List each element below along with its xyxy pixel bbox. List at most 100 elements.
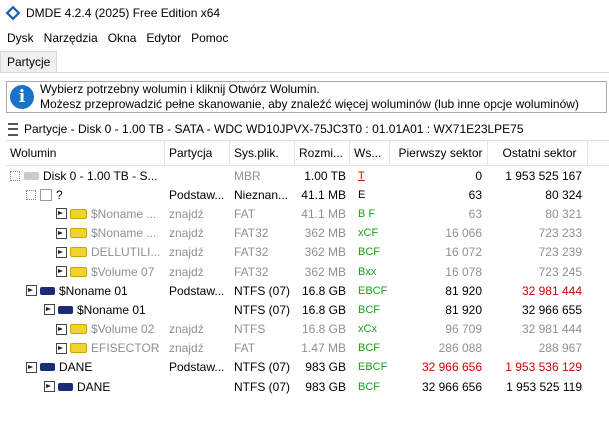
volume-icon bbox=[40, 363, 55, 372]
volume-name: $Volume 07 bbox=[91, 264, 155, 279]
filesystem: FAT bbox=[234, 206, 256, 221]
open-arrow-icon[interactable] bbox=[56, 266, 67, 278]
table-row[interactable]: EFISECTOR znajdź FAT 1.47 MB BCF 286 088… bbox=[6, 339, 609, 358]
table-row[interactable]: Disk 0 - 1.00 TB - S... MBR 1.00 TB T 0 … bbox=[6, 166, 609, 185]
partition-type: znajdź bbox=[169, 226, 204, 241]
tab-strip: Partycje bbox=[0, 50, 609, 73]
table-row[interactable]: $Noname ... znajdź FAT32 362 MB xCF 16 0… bbox=[6, 224, 609, 243]
filesystem: NTFS (07) bbox=[234, 360, 291, 375]
volume-icon bbox=[70, 343, 87, 354]
open-arrow-icon[interactable] bbox=[44, 381, 55, 393]
volume-name: ? bbox=[56, 187, 63, 202]
info-text: Wybierz potrzebny wolumin i kliknij Otwó… bbox=[40, 82, 579, 112]
table-row[interactable]: $Noname 01 NTFS (07) 16.8 GB BCF 81 920 … bbox=[6, 300, 609, 319]
filesystem: FAT32 bbox=[234, 226, 269, 241]
menu-item-help[interactable]: Pomoc bbox=[186, 31, 233, 45]
info-icon: i bbox=[10, 85, 34, 109]
column-filesystem[interactable]: Sys.plik. bbox=[230, 141, 295, 165]
partition-table: Wolumin Partycja Sys.plik. Rozmi... Ws..… bbox=[6, 140, 609, 427]
open-arrow-icon[interactable] bbox=[56, 323, 67, 335]
filesystem: NTFS (07) bbox=[234, 302, 291, 317]
partition-type bbox=[165, 300, 230, 319]
volume-name: $Noname 01 bbox=[59, 283, 128, 298]
last-sector: 32 981 444 bbox=[521, 322, 582, 337]
first-sector: 96 709 bbox=[445, 322, 482, 337]
app-icon bbox=[5, 5, 21, 21]
info-line-1: Wybierz potrzebny wolumin i kliknij Otwó… bbox=[40, 82, 320, 96]
list-icon bbox=[8, 122, 18, 136]
open-arrow-icon[interactable] bbox=[26, 361, 37, 373]
table-row[interactable]: DANE NTFS (07) 983 GB BCF 32 966 656 1 9… bbox=[6, 377, 609, 396]
volume-name: $Noname ... bbox=[91, 226, 157, 241]
volume-name: DANE bbox=[59, 360, 93, 375]
first-sector: 32 966 656 bbox=[421, 379, 482, 394]
size: 362 MB bbox=[304, 264, 346, 279]
last-sector: 288 967 bbox=[538, 341, 582, 356]
info-box: i Wybierz potrzebny wolumin i kliknij Ot… bbox=[6, 81, 607, 113]
first-sector: 81 920 bbox=[445, 283, 482, 298]
title-bar: DMDE 4.2.4 (2025) Free Edition x64 bbox=[0, 0, 609, 26]
disk-icon bbox=[24, 171, 39, 180]
volume-name: Disk 0 - 1.00 TB - S... bbox=[43, 168, 158, 183]
menu-item-editor[interactable]: Edytor bbox=[141, 31, 186, 45]
open-arrow-icon[interactable] bbox=[44, 304, 55, 316]
open-arrow-icon[interactable] bbox=[56, 342, 67, 354]
size: 41.1 MB bbox=[301, 187, 346, 202]
table-row[interactable]: $Volume 07 znajdź FAT32 362 MB Bxx 16 07… bbox=[6, 262, 609, 281]
filesystem: FAT bbox=[234, 341, 256, 356]
flags: Bxx bbox=[358, 265, 377, 278]
size: 362 MB bbox=[304, 226, 346, 241]
flags: BCF bbox=[358, 246, 380, 259]
partition-type bbox=[165, 166, 230, 185]
volume-name: DANE bbox=[77, 379, 111, 394]
column-volume[interactable]: Wolumin bbox=[6, 141, 165, 165]
expand-box-icon[interactable] bbox=[26, 189, 36, 200]
table-row[interactable]: DANE Podstaw... NTFS (07) 983 GB EBCF 32… bbox=[6, 358, 609, 377]
tab-partitions[interactable]: Partycje bbox=[0, 51, 58, 72]
open-arrow-icon[interactable] bbox=[56, 208, 67, 220]
column-size[interactable]: Rozmi... bbox=[295, 141, 350, 165]
table-row[interactable]: $Noname 01 Podstaw... NTFS (07) 16.8 GB … bbox=[6, 281, 609, 300]
first-sector: 63 bbox=[468, 206, 482, 221]
open-arrow-icon[interactable] bbox=[56, 227, 67, 239]
last-sector: 723 233 bbox=[538, 226, 582, 241]
table-row[interactable]: DELLUTILI... znajdź FAT32 362 MB BCF 16 … bbox=[6, 243, 609, 262]
table-row[interactable]: $Volume 02 znajdź NTFS 16.8 GB xCx 96 70… bbox=[6, 320, 609, 339]
flags: xCF bbox=[358, 227, 379, 240]
flags: EBCF bbox=[358, 284, 388, 297]
volume-name: DELLUTILI... bbox=[91, 245, 161, 260]
last-sector: 1 953 525 119 bbox=[506, 379, 582, 394]
column-last-sector[interactable]: Ostatni sektor bbox=[488, 141, 588, 165]
last-sector: 723 239 bbox=[538, 245, 582, 260]
info-line-2: Możesz przeprowadzić pełne skanowanie, a… bbox=[40, 97, 579, 111]
open-arrow-icon[interactable] bbox=[26, 285, 37, 297]
column-flags[interactable]: Ws... bbox=[350, 141, 390, 165]
last-sector: 32 981 444 bbox=[521, 283, 582, 298]
partition-type: Podstaw... bbox=[169, 360, 225, 375]
menu-item-disk[interactable]: Dysk bbox=[2, 31, 39, 45]
volume-name: EFISECTOR bbox=[91, 341, 160, 356]
partition-type: znajdź bbox=[169, 206, 204, 221]
first-sector: 63 bbox=[468, 187, 482, 202]
last-sector: 80 321 bbox=[545, 206, 582, 221]
column-partition[interactable]: Partycja bbox=[165, 141, 230, 165]
column-first-sector[interactable]: Pierwszy sektor bbox=[390, 141, 488, 165]
table-row[interactable]: ? Podstaw... Nieznan... 41.1 MB E 63 80 … bbox=[6, 185, 609, 204]
flags: BCF bbox=[358, 380, 380, 393]
partition-type: znajdź bbox=[169, 341, 204, 356]
table-row[interactable]: $Noname ... znajdź FAT 41.1 MB B F 63 80… bbox=[6, 204, 609, 223]
flags: EBCF bbox=[358, 361, 388, 374]
last-sector: 32 966 655 bbox=[521, 302, 582, 317]
volume-name: $Noname 01 bbox=[77, 302, 146, 317]
panel-title: Partycje - Disk 0 - 1.00 TB - SATA - WDC… bbox=[24, 122, 524, 136]
expand-box-icon[interactable] bbox=[10, 170, 20, 181]
first-sector: 286 088 bbox=[438, 341, 482, 356]
menu-item-tools[interactable]: Narzędzia bbox=[39, 31, 103, 45]
open-arrow-icon[interactable] bbox=[56, 246, 67, 258]
size: 983 GB bbox=[305, 379, 346, 394]
window-title: DMDE 4.2.4 (2025) Free Edition x64 bbox=[26, 6, 221, 20]
menu-item-windows[interactable]: Okna bbox=[103, 31, 142, 45]
size: 362 MB bbox=[304, 245, 346, 260]
filesystem: NTFS (07) bbox=[234, 283, 291, 298]
size: 983 GB bbox=[305, 360, 346, 375]
